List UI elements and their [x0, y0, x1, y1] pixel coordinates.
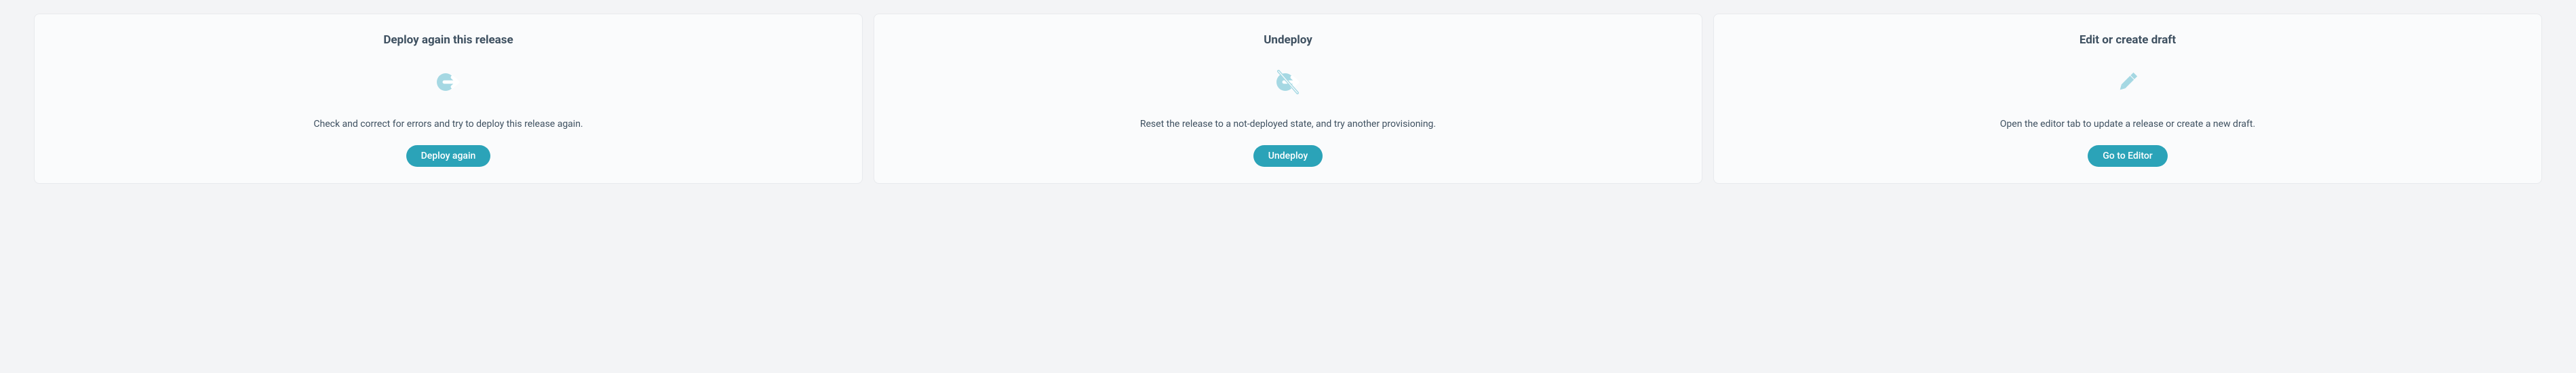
card-description: Reset the release to a not-deployed stat…: [1140, 117, 1436, 132]
undeploy-button[interactable]: Undeploy: [1253, 145, 1323, 167]
pencil-icon: [2111, 66, 2144, 98]
card-title: Undeploy: [1264, 33, 1312, 47]
card-description: Open the editor tab to update a release …: [2000, 117, 2255, 132]
deploy-icon: [432, 66, 465, 98]
edit-draft-card: Edit or create draft Open the editor tab…: [1713, 14, 2542, 184]
go-to-editor-button[interactable]: Go to Editor: [2088, 145, 2168, 167]
card-title: Edit or create draft: [2080, 33, 2176, 47]
undeploy-card: Undeploy Reset the release to a not-depl…: [874, 14, 1702, 184]
card-title: Deploy again this release: [383, 33, 513, 47]
deploy-again-card: Deploy again this release Check and corr…: [34, 14, 863, 184]
undeploy-icon: [1272, 66, 1304, 98]
card-description: Check and correct for errors and try to …: [313, 117, 583, 132]
action-cards-container: Deploy again this release Check and corr…: [34, 14, 2542, 184]
deploy-again-button[interactable]: Deploy again: [406, 145, 491, 167]
